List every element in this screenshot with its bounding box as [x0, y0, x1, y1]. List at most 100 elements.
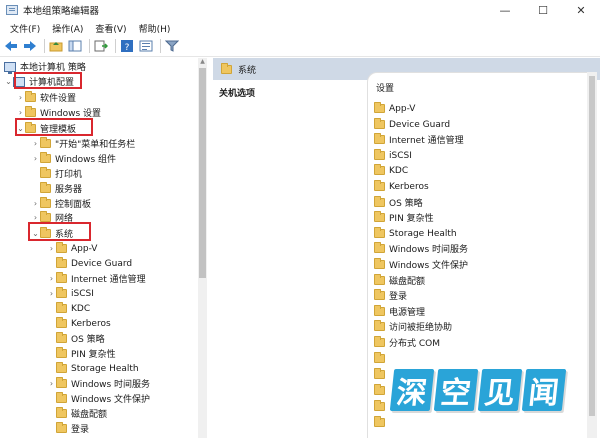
- tree-item-time-service[interactable]: › Windows 时间服务: [47, 376, 150, 391]
- list-item-access-denied-assist[interactable]: 访问被拒绝协助: [374, 319, 452, 334]
- list-item-appv[interactable]: App-V: [374, 101, 415, 116]
- list-item-power-management[interactable]: 电源管理: [374, 304, 425, 319]
- tree-item-disk-quota[interactable]: 磁盘配额: [56, 406, 107, 421]
- properties-icon[interactable]: [138, 38, 154, 54]
- folder-icon: [56, 377, 67, 388]
- svg-text:?: ?: [125, 43, 130, 52]
- toolbar: ?: [0, 36, 600, 57]
- minimize-button[interactable]: —: [486, 0, 524, 20]
- forward-icon[interactable]: [22, 38, 38, 54]
- details-scroll-thumb[interactable]: [589, 76, 595, 416]
- list-item-disk-quota[interactable]: 磁盘配额: [374, 273, 425, 288]
- chevron-right-icon[interactable]: ›: [47, 241, 56, 256]
- chevron-right-icon[interactable]: ›: [31, 136, 40, 151]
- watermark-logo: 深 空 见 闻: [384, 365, 572, 415]
- folder-icon: [40, 167, 51, 178]
- tree-scroll-thumb[interactable]: [199, 68, 206, 278]
- tree-item-start-menu[interactable]: › "开始"菜单和任务栏: [31, 136, 135, 151]
- folder-icon: [374, 274, 385, 285]
- folder-icon: [56, 332, 67, 343]
- folder-icon: [25, 91, 36, 102]
- chevron-right-icon[interactable]: ›: [47, 376, 56, 391]
- folder-icon: [374, 352, 385, 363]
- tree-item-appv[interactable]: › App-V: [47, 241, 97, 256]
- description-label: 关机选项: [219, 89, 256, 99]
- menu-file[interactable]: 文件(F): [4, 22, 46, 35]
- tree-item-os-policy[interactable]: OS 策略: [56, 331, 105, 346]
- tree-item-control-panel[interactable]: › 控制面板: [31, 196, 91, 211]
- list-item-storage-health[interactable]: Storage Health: [374, 226, 457, 241]
- chevron-down-icon[interactable]: ⌄: [4, 74, 13, 89]
- tree-item-iscsi[interactable]: › iSCSI: [47, 286, 94, 301]
- tree-item-software-settings[interactable]: › 软件设置: [16, 90, 76, 105]
- folder-icon: [374, 289, 385, 300]
- list-item-obscured[interactable]: [374, 351, 389, 366]
- folder-icon: [56, 362, 67, 373]
- tree-item-printers[interactable]: 打印机: [40, 166, 82, 181]
- window-title: 本地组策略编辑器: [23, 6, 100, 17]
- chevron-right-icon[interactable]: ›: [31, 151, 40, 166]
- folder-icon: [374, 258, 385, 269]
- close-button[interactable]: ✕: [562, 0, 600, 20]
- menu-help[interactable]: 帮助(H): [133, 22, 177, 35]
- folder-icon: [40, 211, 51, 222]
- menu-bar: 文件(F) 操作(A) 查看(V) 帮助(H): [0, 20, 600, 36]
- list-item-distributed-com[interactable]: 分布式 COM: [374, 335, 440, 350]
- toolbar-separator: [89, 39, 90, 53]
- tree-item-kerberos[interactable]: Kerberos: [56, 316, 111, 331]
- folder-icon: [374, 211, 385, 222]
- tree-item-logon[interactable]: 登录: [56, 421, 89, 436]
- tree-item-windows-components[interactable]: › Windows 组件: [31, 151, 116, 166]
- tree-scrollbar[interactable]: ▲: [198, 58, 207, 438]
- list-item-os-policy[interactable]: OS 策略: [374, 195, 423, 210]
- folder-icon: [374, 336, 385, 347]
- help-icon[interactable]: ?: [119, 38, 135, 54]
- toolbar-separator: [160, 39, 161, 53]
- list-item-kerberos[interactable]: Kerberos: [374, 179, 429, 194]
- tree-item-storage-health[interactable]: Storage Health: [56, 361, 139, 376]
- chevron-right-icon[interactable]: ›: [47, 271, 56, 286]
- export-icon[interactable]: [93, 38, 109, 54]
- tree-item-pin-complexity[interactable]: PIN 复杂性: [56, 346, 116, 361]
- column-header-setting[interactable]: 设置: [376, 81, 394, 94]
- tree-pane: 本地计算机 策略 ⌄ 计算机配置 › 软件设置 › Windows 设置 ⌄ 管…: [0, 58, 207, 438]
- folder-icon: [25, 106, 36, 117]
- up-folder-icon[interactable]: [48, 38, 64, 54]
- menu-action[interactable]: 操作(A): [46, 22, 89, 35]
- list-item-iscsi[interactable]: iSCSI: [374, 148, 412, 163]
- list-item-internet-comm[interactable]: Internet 通信管理: [374, 132, 464, 147]
- list-item-obscured[interactable]: [374, 415, 389, 430]
- tree-item-internet-comm[interactable]: › Internet 通信管理: [47, 271, 146, 286]
- watermark-char: 见: [477, 369, 523, 411]
- tree-item-server[interactable]: 服务器: [40, 181, 82, 196]
- title-bar: 本地组策略编辑器 — ☐ ✕: [0, 0, 600, 20]
- maximize-button[interactable]: ☐: [524, 0, 562, 20]
- menu-view[interactable]: 查看(V): [89, 22, 132, 35]
- show-tree-icon[interactable]: [67, 38, 83, 54]
- highlight-system: [28, 222, 91, 241]
- list-item-device-guard[interactable]: Device Guard: [374, 117, 450, 132]
- folder-icon: [374, 320, 385, 331]
- list-item-file-protection[interactable]: Windows 文件保护: [374, 257, 468, 272]
- details-scrollbar[interactable]: [587, 72, 597, 438]
- tree-item-file-protection[interactable]: Windows 文件保护: [56, 391, 150, 406]
- folder-icon: [374, 118, 385, 129]
- list-item-logon[interactable]: 登录: [374, 288, 407, 303]
- list-item-pin-complexity[interactable]: PIN 复杂性: [374, 210, 434, 225]
- tree-item-kdc[interactable]: KDC: [56, 301, 90, 316]
- gpedit-app-icon: [6, 5, 18, 15]
- toolbar-separator: [44, 39, 45, 53]
- chevron-right-icon[interactable]: ›: [47, 286, 56, 301]
- chevron-right-icon[interactable]: ›: [31, 196, 40, 211]
- highlight-admin-templates: [15, 118, 93, 136]
- chevron-right-icon[interactable]: ›: [16, 90, 25, 105]
- folder-icon: [374, 102, 385, 113]
- watermark-char: 深: [389, 369, 435, 411]
- filter-icon[interactable]: [164, 38, 180, 54]
- list-item-time-service[interactable]: Windows 时间服务: [374, 241, 468, 256]
- back-icon[interactable]: [3, 38, 19, 54]
- folder-icon: [374, 180, 385, 191]
- tree-item-device-guard[interactable]: Device Guard: [56, 256, 132, 271]
- scroll-up-icon[interactable]: ▲: [198, 58, 207, 67]
- list-item-kdc[interactable]: KDC: [374, 163, 408, 178]
